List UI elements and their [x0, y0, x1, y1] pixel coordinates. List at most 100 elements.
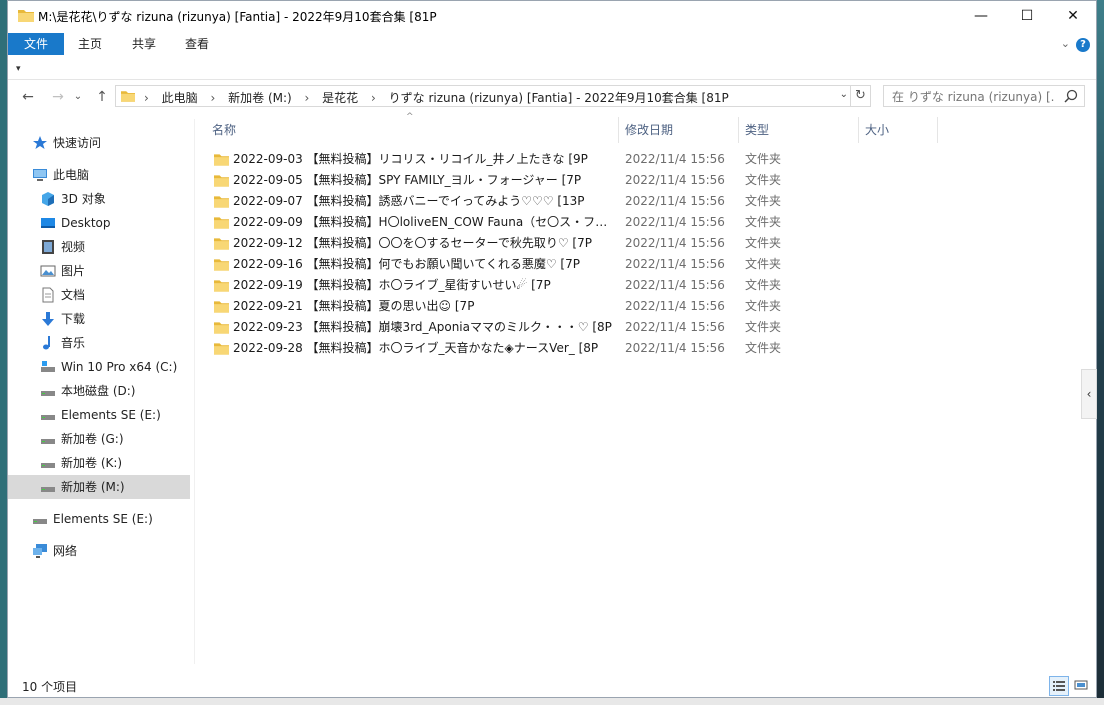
sidebar-item-drive-e[interactable]: Elements SE (E:) — [40, 403, 161, 427]
file-date: 2022/11/4 15:56 — [625, 278, 725, 292]
file-type: 文件夹 — [745, 152, 782, 166]
column-divider[interactable] — [937, 117, 938, 143]
column-header-size[interactable]: 大小 — [865, 119, 889, 141]
ribbon-expand-button[interactable]: ⌄ — [1061, 37, 1070, 50]
large-icons-view-button[interactable] — [1072, 676, 1092, 696]
sidebar-item-music[interactable]: 音乐 — [40, 331, 85, 355]
address-dropdown-button[interactable]: ⌄ — [840, 89, 848, 100]
file-row[interactable]: 2022-09-07 【無料投稿】誘惑バニーでイってみよう♡♡♡ [13P 202… — [212, 191, 832, 212]
sidebar-item-pictures[interactable]: 图片 — [40, 259, 85, 283]
details-view-button[interactable] — [1049, 676, 1069, 696]
breadcrumb-item[interactable]: りずな rizuna (rizunya) [Fantia] - 2022年9月1… — [389, 91, 729, 105]
search-icon[interactable] — [1064, 89, 1078, 103]
sidebar-item-quick-access[interactable]: 快速访问 — [32, 131, 101, 155]
breadcrumb-item[interactable]: 此电脑 — [162, 91, 198, 105]
sidebar-item-videos[interactable]: 视频 — [40, 235, 85, 259]
file-row[interactable]: 2022-09-09 【無料投稿】H〇loliveEN_COW Fauna（セ〇… — [212, 212, 832, 233]
back-button[interactable]: ← — [18, 87, 38, 107]
breadcrumb: › 此电脑 › 新加卷 (M:) › 是花花 › りずな rizuna (riz… — [144, 89, 729, 106]
chevron-right-icon: › — [144, 91, 149, 105]
sidebar-item-drive-d[interactable]: 本地磁盘 (D:) — [40, 379, 135, 403]
chevron-right-icon: › — [210, 91, 216, 105]
breadcrumb-item[interactable]: 新加卷 (M:) — [228, 91, 292, 105]
address-bar[interactable]: › 此电脑 › 新加卷 (M:) › 是花花 › りずな rizuna (riz… — [115, 85, 851, 107]
pane-divider[interactable] — [194, 119, 195, 664]
file-name: 2022-09-03 【無料投稿】リコリス・リコイル_井ノ上たきな [9P — [233, 152, 588, 166]
thumbnail-view-icon — [1074, 680, 1088, 690]
sidebar-item-drive-m[interactable]: 新加卷 (M:) — [8, 475, 190, 499]
chevron-right-icon: › — [371, 91, 376, 105]
file-date: 2022/11/4 15:56 — [625, 194, 725, 208]
file-name: 2022-09-19 【無料投稿】ホ〇ライブ_星街すいせい☄ [7P — [233, 278, 551, 292]
sidebar-item-downloads[interactable]: 下载 — [40, 307, 85, 331]
picture-icon — [40, 265, 56, 276]
column-divider[interactable] — [738, 117, 739, 143]
file-date: 2022/11/4 15:56 — [625, 341, 725, 355]
refresh-button[interactable]: ↻ — [851, 85, 871, 107]
sidebar-item-network[interactable]: 网络 — [32, 539, 77, 563]
file-row[interactable]: 2022-09-16 【無料投稿】何でもお願い聞いてくれる悪魔♡ [7P 2022… — [212, 254, 832, 275]
folder-icon — [214, 175, 229, 187]
sidebar-item-desktop[interactable]: Desktop — [40, 211, 111, 235]
file-name: 2022-09-09 【無料投稿】H〇loliveEN_COW Fauna（セ〇… — [233, 215, 615, 229]
file-row[interactable]: 2022-09-12 【無料投稿】〇〇を〇するセーターで秋先取り♡ [7P 202… — [212, 233, 832, 254]
sidebar-item-3d-objects[interactable]: 3D 对象 — [40, 187, 106, 211]
tab-view[interactable]: 查看 — [179, 33, 215, 55]
title-bar[interactable]: M:\是花花\りずな rizuna (rizunya) [Fantia] - 2… — [8, 1, 1096, 31]
document-icon — [42, 287, 54, 302]
file-type: 文件夹 — [745, 194, 782, 208]
quick-access-toolbar-dropdown[interactable]: ▾ — [16, 64, 21, 74]
sidebar-item-this-pc[interactable]: 此电脑 — [32, 163, 89, 187]
file-date: 2022/11/4 15:56 — [625, 236, 725, 250]
file-type: 文件夹 — [745, 320, 782, 334]
sidebar-item-drive-k[interactable]: 新加卷 (K:) — [40, 451, 122, 475]
maximize-button[interactable]: ☐ — [1004, 1, 1050, 31]
folder-icon — [214, 217, 229, 229]
drive-icon — [41, 414, 55, 420]
file-type: 文件夹 — [745, 341, 782, 355]
tab-home[interactable]: 主页 — [72, 33, 108, 55]
column-divider[interactable] — [618, 117, 619, 143]
file-date: 2022/11/4 15:56 — [625, 320, 725, 334]
column-divider[interactable] — [858, 117, 859, 143]
forward-button[interactable]: → — [48, 87, 68, 107]
preview-pane-toggle[interactable]: ‹ — [1081, 369, 1097, 419]
search-input[interactable] — [890, 88, 1056, 106]
desktop-icon — [41, 217, 55, 228]
file-name: 2022-09-28 【無料投稿】ホ〇ライブ_天音かなた◈ナースVer_ [8P — [233, 341, 599, 355]
music-icon — [43, 335, 50, 349]
help-icon[interactable]: ? — [1076, 38, 1090, 52]
network-icon — [33, 543, 47, 558]
file-row[interactable]: 2022-09-19 【無料投稿】ホ〇ライブ_星街すいせい☄ [7P 2022/1… — [212, 275, 832, 296]
file-row[interactable]: 2022-09-21 【無料投稿】夏の思い出☺ [7P 2022/11/4 15:… — [212, 296, 832, 317]
search-box[interactable] — [883, 85, 1085, 107]
ribbon-tabs: 文件 主页 共享 查看 ⌄ ? — [8, 31, 1096, 57]
breadcrumb-item[interactable]: 是花花 — [322, 91, 358, 105]
tab-file[interactable]: 文件 — [8, 33, 64, 55]
file-date: 2022/11/4 15:56 — [625, 257, 725, 271]
sidebar-item-documents[interactable]: 文档 — [40, 283, 85, 307]
file-row[interactable]: 2022-09-28 【無料投稿】ホ〇ライブ_天音かなた◈ナースVer_ [8P… — [212, 338, 832, 359]
sidebar-item-drive-c[interactable]: Win 10 Pro x64 (C:) — [40, 355, 177, 379]
file-row[interactable]: 2022-09-05 【無料投稿】SPY FAMILY_ヨル・フォージャー [7… — [212, 170, 832, 191]
computer-icon — [33, 168, 47, 181]
up-button[interactable]: ↑ — [92, 87, 112, 107]
column-header-type[interactable]: 类型 — [745, 119, 769, 141]
folder-icon — [214, 280, 229, 292]
sidebar-item-elements-se[interactable]: Elements SE (E:) — [32, 507, 153, 531]
recent-locations-button[interactable]: ⌄ — [72, 87, 84, 107]
tab-share[interactable]: 共享 — [126, 33, 162, 55]
close-button[interactable]: ✕ — [1050, 1, 1096, 31]
column-header-name[interactable]: 名称 — [212, 119, 236, 141]
minimize-button[interactable]: — — [958, 1, 1004, 31]
folder-icon — [214, 301, 229, 313]
file-type: 文件夹 — [745, 236, 782, 250]
folder-icon — [214, 259, 229, 271]
sidebar-item-drive-g[interactable]: 新加卷 (G:) — [40, 427, 124, 451]
file-row[interactable]: 2022-09-03 【無料投稿】リコリス・リコイル_井ノ上たきな [9P 202… — [212, 149, 832, 170]
file-type: 文件夹 — [745, 278, 782, 292]
divider — [8, 79, 1096, 80]
file-row[interactable]: 2022-09-23 【無料投稿】崩壊3rd_Aponiaママのミルク・・・♡ … — [212, 317, 832, 338]
column-header-date[interactable]: 修改日期 — [625, 119, 673, 141]
drive-icon — [41, 462, 55, 468]
